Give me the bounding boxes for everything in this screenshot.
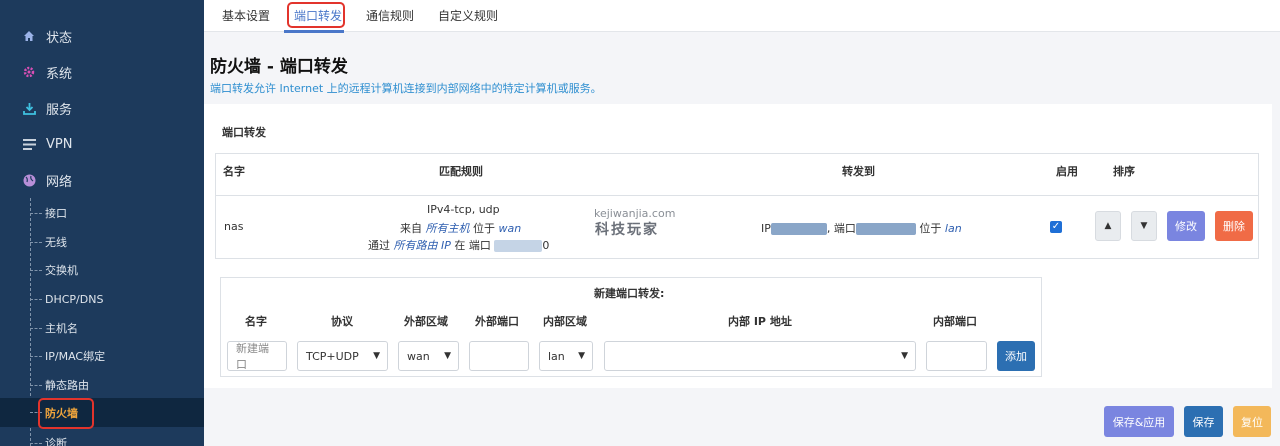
new-header-int-zone: 内部区域 (543, 315, 587, 328)
sidebar-item-dhcp-dns[interactable]: DHCP/DNS (30, 288, 103, 310)
sidebar-item-system[interactable]: 系统 (22, 60, 72, 84)
save-button[interactable]: 保存 (1184, 406, 1223, 437)
redacted-port (494, 240, 543, 252)
protocol-select[interactable]: TCP+UDP ▼ (297, 341, 388, 371)
add-button[interactable]: 添加 (997, 341, 1035, 371)
sidebar-item-wireless[interactable]: 无线 (30, 231, 67, 253)
match-protocol: IPv4-tcp, udp (427, 203, 500, 216)
new-name-input[interactable]: 新建端口 (227, 341, 287, 371)
new-header-ext-port: 外部端口 (475, 315, 519, 328)
tab-traffic-rules[interactable]: 通信规则 (366, 7, 414, 24)
chevron-down-icon: ▼ (578, 351, 585, 361)
gears-icon (22, 65, 36, 79)
new-header-int-ip: 内部 IP 地址 (728, 315, 792, 328)
active-tab-indicator (284, 30, 344, 33)
redacted-ip (770, 223, 827, 235)
col-header-sort: 排序 (1113, 165, 1135, 178)
sidebar-item-label: 状态 (46, 30, 73, 46)
firewall-highlight-box (38, 398, 94, 429)
home-icon (22, 30, 36, 42)
ext-zone-select[interactable]: wan ▼ (398, 341, 459, 371)
col-header-match: 匹配规则 (439, 165, 483, 178)
sidebar-item-services[interactable]: 服务 (22, 96, 72, 120)
reset-button[interactable]: 复位 (1233, 406, 1271, 437)
section-title: 端口转发 (222, 126, 266, 139)
col-header-enable: 启用 (1056, 165, 1078, 178)
sidebar: 状态 系统 服务 VPN 网络 接口 无线 交换机 DHCP/DNS 主机名 I… (0, 0, 204, 446)
sidebar-item-vpn[interactable]: VPN (22, 132, 72, 156)
sidebar-item-ip-mac-binding[interactable]: IP/MAC绑定 (30, 345, 105, 367)
tab-highlight-box (287, 2, 345, 28)
page-title: 防火墙 - 端口转发 (210, 57, 348, 77)
tab-custom-rules[interactable]: 自定义规则 (438, 7, 498, 24)
col-header-name: 名字 (223, 165, 245, 178)
sidebar-item-diagnostics[interactable]: 诊断 (30, 432, 67, 446)
sidebar-item-switch[interactable]: 交换机 (30, 259, 78, 281)
save-apply-button[interactable]: 保存&应用 (1104, 406, 1174, 437)
globe-icon (22, 174, 36, 187)
sidebar-item-interfaces[interactable]: 接口 (30, 202, 67, 224)
redacted-port (855, 223, 916, 235)
row-name: nas (224, 220, 244, 233)
new-rule-title: 新建端口转发: (594, 287, 665, 300)
table-header-divider (216, 195, 1258, 196)
col-header-forward: 转发到 (842, 165, 875, 178)
sidebar-item-label: 服务 (46, 102, 73, 118)
int-zone-select[interactable]: lan ▼ (539, 341, 593, 371)
edit-button[interactable]: 修改 (1167, 211, 1205, 241)
int-ip-select[interactable]: ▼ (604, 341, 916, 371)
sidebar-item-static-routes[interactable]: 静态路由 (30, 374, 89, 396)
new-header-name: 名字 (245, 315, 267, 328)
sidebar-item-label: 网络 (46, 174, 73, 190)
chevron-down-icon: ▼ (901, 351, 908, 361)
new-header-int-port: 内部端口 (933, 315, 977, 328)
list-icon (22, 138, 36, 150)
sidebar-item-status[interactable]: 状态 (22, 24, 72, 48)
new-header-ext-zone: 外部区域 (404, 315, 448, 328)
page-description: 端口转发允许 Internet 上的远程计算机连接到内部网络中的特定计算机或服务… (210, 82, 602, 95)
sidebar-item-network[interactable]: 网络 (22, 168, 72, 192)
sidebar-item-label: VPN (46, 136, 73, 152)
match-destination: 通过 所有路由 IP 在 端口 0 (368, 239, 550, 252)
sidebar-item-firewall[interactable]: 防火墙 (0, 398, 204, 427)
delete-button[interactable]: 删除 (1215, 211, 1253, 241)
ext-port-input[interactable] (469, 341, 529, 371)
sidebar-item-hostname[interactable]: 主机名 (30, 317, 78, 339)
download-icon (22, 102, 36, 115)
watermark-text: 科技玩家 (595, 222, 659, 238)
tab-basic-settings[interactable]: 基本设置 (222, 7, 270, 24)
new-header-protocol: 协议 (331, 315, 353, 328)
int-port-input[interactable] (926, 341, 987, 371)
chevron-down-icon: ▼ (373, 351, 380, 361)
move-up-button[interactable]: ▲ (1095, 211, 1121, 241)
chevron-down-icon: ▼ (444, 351, 451, 361)
move-down-button[interactable]: ▼ (1131, 211, 1157, 241)
sidebar-item-label: 系统 (46, 66, 73, 82)
forward-target: IP, 端口 位于 lan (761, 222, 962, 235)
match-source: 来自 所有主机 位于 wan (400, 222, 522, 235)
enable-checkbox[interactable]: ✓ (1050, 221, 1062, 233)
